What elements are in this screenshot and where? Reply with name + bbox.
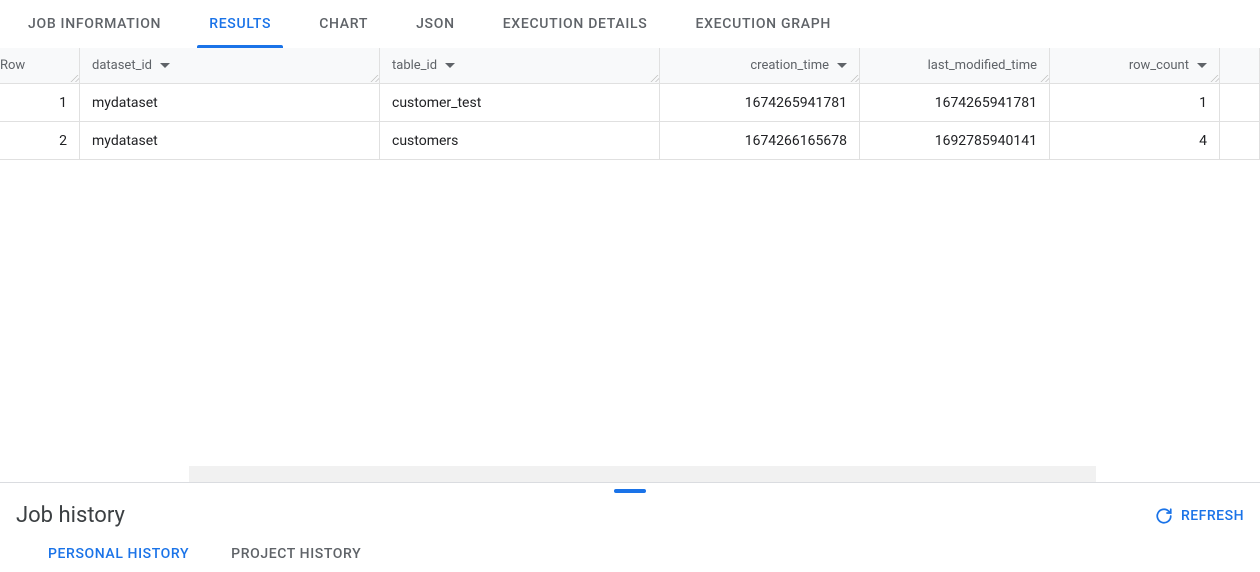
cell-table-id: customers: [380, 122, 660, 159]
column-header-label: dataset_id: [92, 58, 152, 73]
column-header-last-modified-time[interactable]: last_modified_time: [860, 48, 1050, 83]
cell-row-number: 2: [0, 122, 80, 159]
tab-job-information[interactable]: JOB INFORMATION: [4, 0, 185, 48]
cell-extra: [1220, 122, 1260, 159]
sort-down-icon: [445, 63, 455, 68]
column-header-label: row_count: [1129, 58, 1189, 73]
column-header-label: last_modified_time: [928, 58, 1037, 73]
cell-last-modified-time: 1674265941781: [860, 84, 1050, 121]
tab-execution-details[interactable]: EXECUTION DETAILS: [479, 0, 672, 48]
tab-json[interactable]: JSON: [392, 0, 479, 48]
table-row[interactable]: 2 mydataset customers 1674266165678 1692…: [0, 122, 1260, 160]
sort-down-icon: [160, 63, 170, 68]
refresh-label: REFRESH: [1181, 508, 1244, 524]
column-header-label: Row: [0, 58, 25, 73]
column-header-row[interactable]: Row: [0, 48, 80, 83]
results-table: Row dataset_id table_id creation_t: [0, 48, 1260, 482]
resize-handle[interactable]: [649, 73, 659, 83]
column-header-dataset-id[interactable]: dataset_id: [80, 48, 380, 83]
cell-extra: [1220, 84, 1260, 121]
cell-dataset-id: mydataset: [80, 122, 380, 159]
resize-handle[interactable]: [1039, 73, 1049, 83]
cell-table-id: customer_test: [380, 84, 660, 121]
column-header-label: table_id: [392, 58, 437, 73]
table-header-row: Row dataset_id table_id creation_t: [0, 48, 1260, 84]
cell-dataset-id: mydataset: [80, 84, 380, 121]
tab-chart[interactable]: CHART: [295, 0, 392, 48]
tab-personal-history[interactable]: PERSONAL HISTORY: [48, 546, 189, 572]
cell-last-modified-time: 1692785940141: [860, 122, 1050, 159]
job-history-tabs: PERSONAL HISTORY PROJECT HISTORY: [0, 534, 1260, 572]
column-header-creation-time[interactable]: creation_time: [660, 48, 860, 83]
resize-handle[interactable]: [369, 73, 379, 83]
refresh-icon: [1155, 507, 1173, 525]
tab-execution-graph[interactable]: EXECUTION GRAPH: [671, 0, 855, 48]
refresh-button[interactable]: REFRESH: [1155, 507, 1244, 525]
cell-row-count: 1: [1050, 84, 1220, 121]
results-tabs: JOB INFORMATION RESULTS CHART JSON EXECU…: [0, 0, 1260, 48]
job-history-title: Job history: [16, 503, 125, 528]
resize-handle[interactable]: [849, 73, 859, 83]
sort-down-icon: [1197, 63, 1207, 68]
column-header-table-id[interactable]: table_id: [380, 48, 660, 83]
horizontal-scrollbar[interactable]: [189, 466, 1096, 482]
tab-project-history[interactable]: PROJECT HISTORY: [231, 546, 361, 572]
job-history-panel: Job history REFRESH PERSONAL HISTORY PRO…: [0, 482, 1260, 572]
resize-handle[interactable]: [1209, 73, 1219, 83]
column-header-label: creation_time: [750, 58, 829, 73]
sort-down-icon: [837, 63, 847, 68]
column-header-row-count[interactable]: row_count: [1050, 48, 1220, 83]
cell-creation-time: 1674266165678: [660, 122, 860, 159]
resize-handle[interactable]: [69, 73, 79, 83]
cell-row-number: 1: [0, 84, 80, 121]
cell-row-count: 4: [1050, 122, 1220, 159]
column-header-extra[interactable]: [1220, 48, 1260, 83]
table-row[interactable]: 1 mydataset customer_test 1674265941781 …: [0, 84, 1260, 122]
cell-creation-time: 1674265941781: [660, 84, 860, 121]
tab-results[interactable]: RESULTS: [185, 0, 295, 48]
